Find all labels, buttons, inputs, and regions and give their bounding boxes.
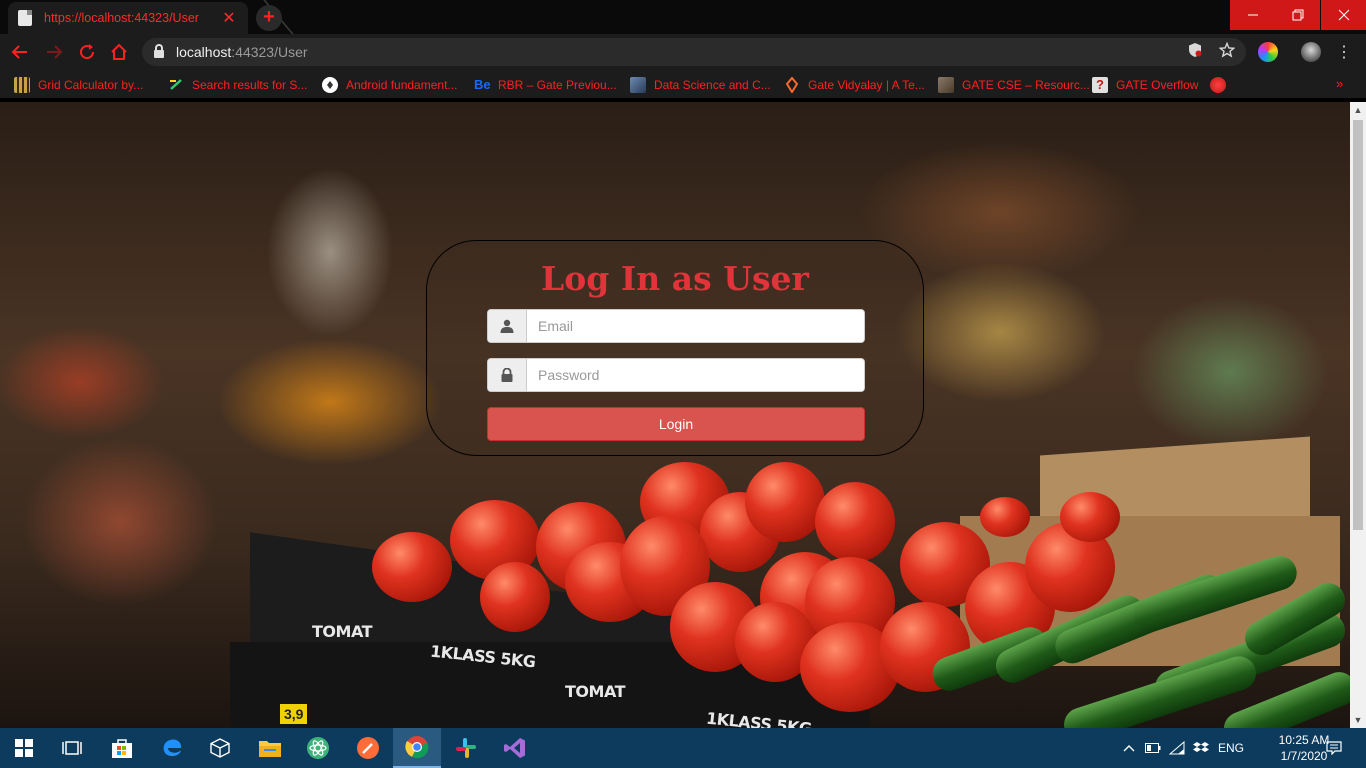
scroll-down-arrow-icon[interactable]: ▼ bbox=[1350, 712, 1366, 728]
page-scrollbar[interactable]: ▲ ▼ bbox=[1350, 102, 1366, 728]
scroll-up-arrow-icon[interactable]: ▲ bbox=[1350, 102, 1366, 118]
lock-icon bbox=[154, 44, 164, 58]
address-bar[interactable]: localhost :44323/User bbox=[142, 38, 1246, 66]
bookmark-item[interactable] bbox=[1210, 76, 1234, 94]
reload-icon[interactable] bbox=[75, 40, 99, 64]
bookmark-item[interactable]: Grid Calculator by... bbox=[14, 76, 143, 94]
microsoft-store-icon[interactable] bbox=[98, 728, 146, 768]
email-field-group bbox=[487, 309, 865, 343]
bookmarks-overflow-chevron-icon[interactable]: » bbox=[1336, 76, 1343, 91]
windows-start-icon[interactable] bbox=[0, 728, 48, 768]
data-science-icon bbox=[630, 77, 646, 93]
url-path: :44323/User bbox=[231, 44, 308, 60]
scroll-thumb[interactable] bbox=[1353, 120, 1363, 530]
tray-show-hidden-chevron-icon[interactable] bbox=[1118, 728, 1140, 768]
window-close-button[interactable] bbox=[1321, 0, 1366, 30]
profile-avatar-icon[interactable] bbox=[1301, 42, 1321, 62]
forward-arrow-icon[interactable] bbox=[42, 40, 66, 64]
home-icon[interactable] bbox=[107, 40, 131, 64]
atom-app-icon[interactable] bbox=[294, 728, 342, 768]
bookmark-item[interactable]: Be RBR – Gate Previou... bbox=[474, 76, 617, 94]
shield-icon[interactable] bbox=[1186, 42, 1204, 60]
bookmark-item[interactable]: ? GATE Overflow bbox=[1092, 76, 1198, 94]
action-center-icon[interactable] bbox=[1320, 728, 1348, 768]
behance-icon: Be bbox=[474, 77, 491, 92]
password-input[interactable] bbox=[527, 359, 864, 391]
page-viewport: TOMAT 1KLASS 5KG TOMAT 1KLASS 5KG 3,9 Lo… bbox=[0, 102, 1350, 728]
dropbox-icon[interactable] bbox=[1190, 728, 1212, 768]
password-field-group bbox=[487, 358, 865, 392]
language-indicator[interactable]: ENG bbox=[1214, 728, 1248, 768]
page-title: Log In as User bbox=[541, 259, 809, 298]
back-arrow-icon[interactable] bbox=[8, 40, 32, 64]
login-button[interactable]: Login bbox=[487, 407, 865, 441]
edge-browser-icon[interactable] bbox=[148, 728, 196, 768]
browser-menu-icon[interactable]: ⋮ bbox=[1336, 42, 1352, 62]
bookmark-item[interactable]: Gate Vidyalay | A Te... bbox=[784, 76, 925, 94]
window-minimize-button[interactable] bbox=[1230, 0, 1275, 30]
windows-taskbar: ENG 10:25 AM 1/7/2020 bbox=[0, 728, 1366, 768]
email-input[interactable] bbox=[527, 310, 864, 342]
crate-label: TOMAT bbox=[312, 622, 373, 641]
bookmark-item[interactable]: Search results for S... bbox=[168, 76, 307, 94]
browser-titlebar: https://localhost:44323/User ✕ + bbox=[0, 0, 1366, 34]
gate-cse-resources-icon bbox=[938, 77, 954, 93]
window-restore-button[interactable] bbox=[1275, 0, 1320, 30]
wifi-icon[interactable] bbox=[1166, 728, 1188, 768]
url-host: localhost bbox=[176, 44, 232, 60]
search-results-icon bbox=[168, 77, 184, 93]
login-form: Log In as User Login bbox=[426, 240, 924, 456]
bookmark-star-icon[interactable] bbox=[1218, 41, 1236, 60]
task-view-icon[interactable] bbox=[48, 728, 96, 768]
tab-title: https://localhost:44323/User bbox=[44, 11, 199, 25]
visual-studio-icon[interactable] bbox=[491, 728, 539, 768]
bookmark-item[interactable]: GATE CSE – Resourc... bbox=[938, 76, 1090, 94]
crate-label: TOMAT bbox=[565, 682, 626, 701]
gate-overflow-icon: ? bbox=[1092, 77, 1108, 93]
chrome-browser-icon[interactable] bbox=[393, 728, 441, 768]
page-favicon-icon bbox=[18, 10, 32, 26]
postman-icon[interactable] bbox=[344, 728, 392, 768]
slack-icon[interactable] bbox=[442, 728, 490, 768]
battery-icon[interactable] bbox=[1142, 728, 1164, 768]
bookmark-item[interactable]: Android fundament... bbox=[322, 76, 457, 94]
file-explorer-icon[interactable] bbox=[246, 728, 294, 768]
extension-color-icon[interactable] bbox=[1258, 42, 1278, 62]
3d-box-icon[interactable] bbox=[196, 728, 244, 768]
android-fundamentals-icon bbox=[322, 77, 338, 93]
lock-icon bbox=[488, 359, 527, 391]
browser-tab-active[interactable]: https://localhost:44323/User ✕ bbox=[8, 2, 248, 34]
user-icon bbox=[488, 310, 527, 342]
new-tab-button[interactable]: + bbox=[256, 5, 282, 31]
globe-icon bbox=[1210, 77, 1226, 93]
tab-close-icon[interactable]: ✕ bbox=[220, 8, 238, 28]
grid-calculator-icon bbox=[14, 77, 30, 93]
gate-vidyalay-icon bbox=[784, 76, 800, 94]
bookmark-item[interactable]: Data Science and C... bbox=[630, 76, 771, 94]
bookmarks-bar: Grid Calculator by... Search results for… bbox=[0, 70, 1366, 100]
browser-toolbar: localhost :44323/User ⋮ bbox=[0, 34, 1366, 70]
price-tag: 3,9 bbox=[280, 704, 308, 724]
